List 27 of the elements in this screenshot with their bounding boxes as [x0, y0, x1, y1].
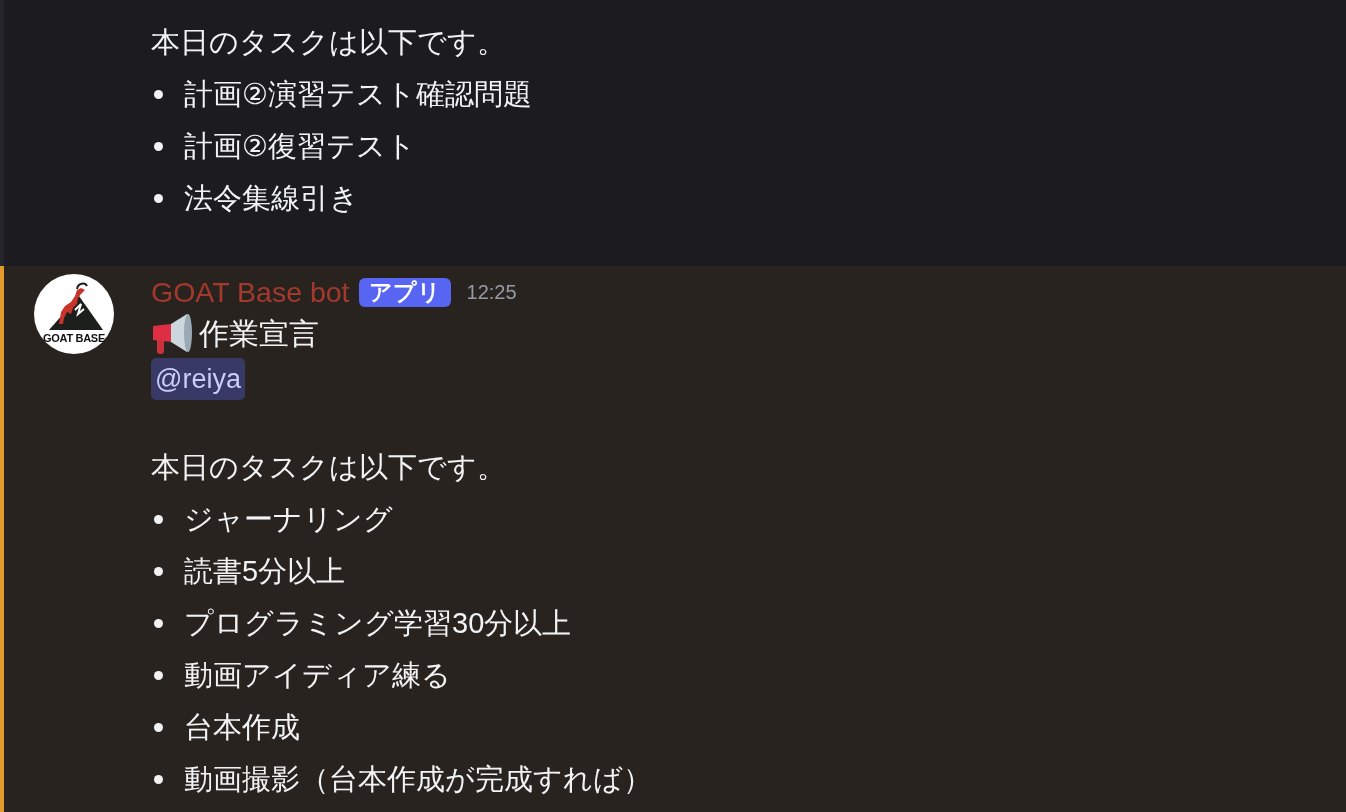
bullet-icon	[154, 618, 163, 628]
task-item-text: プログラミング学習30分以上	[184, 606, 572, 641]
bullet-icon	[154, 141, 163, 151]
bullet-icon	[154, 670, 163, 680]
task-item-text: 計画②復習テスト	[184, 129, 416, 164]
message-timestamp: 12:25	[466, 280, 517, 304]
bullet-icon	[154, 514, 163, 524]
announcement-title: 作業宣言	[199, 316, 319, 352]
app-badge: アプリ	[358, 277, 451, 307]
task-item-text: 法令集線引き	[184, 181, 359, 216]
task-item-text: 動画撮影（台本作成が完成すれば）	[184, 762, 652, 797]
bullet-icon	[154, 722, 163, 732]
task-item-text: 読書5分以上	[184, 554, 346, 589]
task-item-text: ジャーナリング	[184, 502, 393, 537]
task-item-text: 動画アイディア練る	[184, 658, 451, 693]
avatar-logo-text: GOAT BASE	[43, 332, 105, 344]
bot-avatar[interactable]: GOAT BASE	[34, 274, 114, 354]
bullet-icon	[154, 193, 163, 203]
task-item-text: 計画②演習テスト確認問題	[184, 77, 532, 112]
message-text: 本日のタスクは以下です。	[151, 25, 506, 60]
bullet-icon	[154, 566, 163, 576]
message-text: 本日のタスクは以下です。	[151, 450, 506, 485]
task-item-text: 台本作成	[184, 710, 300, 745]
bullet-icon	[154, 89, 163, 99]
megaphone-icon	[151, 312, 193, 356]
user-mention[interactable]: @reiya	[151, 358, 245, 400]
bullet-icon	[154, 774, 163, 784]
